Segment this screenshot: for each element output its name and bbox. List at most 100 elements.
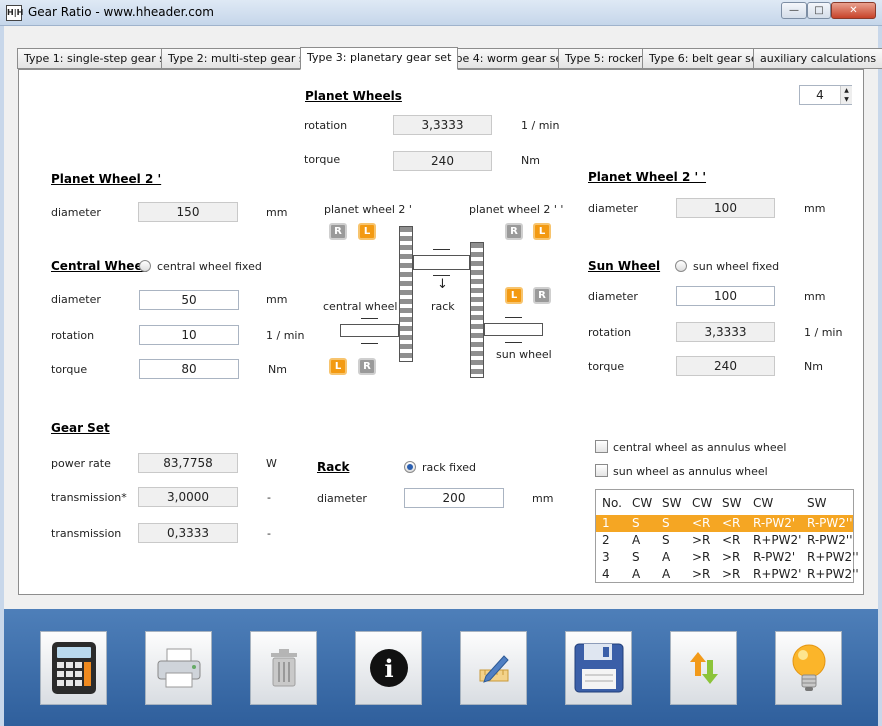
sun-torque-label: torque (588, 360, 625, 373)
central-fixed-label[interactable]: central wheel fixed (157, 260, 262, 273)
pw2b-left-badge[interactable]: L (533, 223, 551, 240)
pw2b-diameter-unit: mm (804, 202, 826, 215)
sun-right-badge[interactable]: R (533, 287, 551, 304)
spin-up-icon[interactable]: ▲ (840, 86, 852, 95)
rack-diameter-input[interactable]: 200 (404, 488, 504, 508)
tab-type2[interactable]: Type 2: multi-step gear set (161, 48, 323, 69)
table-cell: <R (722, 533, 741, 547)
carrier-bearing-top (433, 249, 450, 250)
planet-wheel-2a-gear (399, 226, 413, 362)
table-header: No. (602, 496, 622, 510)
sun-bearing-top (505, 317, 522, 318)
sun-left-badge[interactable]: L (505, 287, 523, 304)
table-cell: R-PW2'' (807, 516, 853, 530)
table-row[interactable]: 4 A A >R >R R+PW2' R+PW2'' (596, 566, 859, 583)
power-rate-unit: W (266, 457, 277, 470)
sun-annulus-label[interactable]: sun wheel as annulus wheel (613, 465, 768, 478)
table-header: SW (662, 496, 682, 510)
pw2b-right-badge[interactable]: R (505, 223, 523, 240)
tab-type6[interactable]: Type 6: belt gear set (642, 48, 769, 69)
tab-type3[interactable]: Type 3: planetary gear set (300, 47, 459, 70)
diagram-central-label: central wheel (323, 300, 398, 313)
diagram-pw2b-label: planet wheel 2 ' ' (469, 203, 564, 216)
sun-fixed-radio[interactable] (675, 260, 687, 272)
table-cell: <R (692, 516, 711, 530)
configuration-table[interactable]: No. CW SW CW SW CW SW 1 S S <R <R R-PW2'… (595, 489, 859, 583)
central-rotation-unit: 1 / min (266, 329, 305, 342)
table-cell: A (662, 567, 671, 581)
table-row[interactable]: 3 S A >R >R R-PW2' R+PW2'' (596, 549, 859, 566)
table-cell: <R (722, 516, 741, 530)
tab-type5[interactable]: Type 5: rocker (558, 48, 650, 69)
table-row[interactable]: 2 A S >R <R R+PW2' R-PW2'' (596, 532, 853, 549)
planet-carrier-shaft (413, 255, 470, 270)
save-button[interactable] (565, 631, 632, 705)
planet-count-value[interactable]: 4 (800, 86, 840, 104)
diagram-rack-label: rack (431, 300, 455, 313)
rack-title: Rack (317, 460, 350, 474)
trash-icon (270, 649, 297, 687)
table-header: SW (807, 496, 827, 510)
power-rate-label: power rate (51, 457, 111, 470)
central-fixed-radio[interactable] (139, 260, 151, 272)
central-wheel-title: Central Wheel (51, 259, 147, 273)
tab-type1[interactable]: Type 1: single-step gear set (17, 48, 184, 69)
central-rotation-input[interactable]: 10 (139, 325, 239, 345)
window-title: Gear Ratio - www.hheader.com (28, 5, 214, 19)
table-row[interactable]: 1 S S <R <R R-PW2' R-PW2'' (596, 515, 853, 532)
table-cell: S (662, 516, 670, 530)
maximize-button[interactable]: □ (807, 2, 831, 19)
transmission-star-value: 3,0000 (138, 487, 238, 507)
diagram-pw2a-label: planet wheel 2 ' (324, 203, 412, 216)
planet-count-spinner[interactable]: 4 ▲ ▼ (799, 85, 852, 105)
delete-button[interactable] (250, 631, 317, 705)
central-torque-input[interactable]: 80 (139, 359, 239, 379)
transmission-star-unit: - (267, 491, 271, 504)
rack-diameter-unit: mm (532, 492, 554, 505)
sun-diameter-input[interactable]: 100 (676, 286, 775, 306)
rack-fixed-label[interactable]: rack fixed (422, 461, 476, 474)
planet-wheels-title: Planet Wheels (305, 89, 402, 103)
central-annulus-label[interactable]: central wheel as annulus wheel (613, 441, 786, 454)
planet-torque-label: torque (304, 153, 341, 166)
table-cell: R-PW2' (753, 550, 796, 564)
central-annulus-checkbox[interactable] (595, 440, 608, 453)
rack-arrow-icon: ↓ (437, 277, 448, 292)
pw2a-right-badge[interactable]: R (329, 223, 347, 240)
central-bearing-bottom (361, 343, 378, 344)
calculate-button[interactable] (40, 631, 107, 705)
planet-wheel-2b-gear (470, 242, 484, 378)
tab-auxiliary[interactable]: auxiliary calculations (753, 48, 882, 69)
sun-bearing-bottom (505, 342, 522, 343)
table-header: CW (753, 496, 774, 510)
pw2a-left-badge[interactable]: L (358, 223, 376, 240)
rack-diameter-label: diameter (317, 492, 367, 505)
table-cell: >R (692, 550, 711, 564)
planet-torque-unit: Nm (521, 154, 540, 167)
table-header-row: No. CW SW CW SW CW SW (596, 495, 853, 512)
central-left-badge[interactable]: L (329, 358, 347, 375)
sun-rotation-label: rotation (588, 326, 632, 339)
table-header: CW (632, 496, 653, 510)
transmission-label: transmission (51, 527, 122, 540)
central-diameter-input[interactable]: 50 (139, 290, 239, 310)
close-button[interactable]: ✕ (831, 2, 876, 19)
sun-fixed-label[interactable]: sun wheel fixed (693, 260, 779, 273)
info-button[interactable]: i (355, 631, 422, 705)
swap-button[interactable] (670, 631, 737, 705)
sun-annulus-checkbox[interactable] (595, 464, 608, 477)
edit-button[interactable] (460, 631, 527, 705)
central-right-badge[interactable]: R (358, 358, 376, 375)
table-cell: >R (692, 567, 711, 581)
central-bearing-top (361, 318, 378, 319)
spin-down-icon[interactable]: ▼ (840, 95, 852, 104)
minimize-button[interactable]: — (781, 2, 807, 19)
sun-wheel-shaft (484, 323, 543, 336)
rack-fixed-radio[interactable] (404, 461, 416, 473)
sun-diameter-unit: mm (804, 290, 826, 303)
planet-rotation-unit: 1 / min (521, 119, 560, 132)
tips-button[interactable] (775, 631, 842, 705)
lightbulb-icon (792, 644, 825, 691)
print-button[interactable] (145, 631, 212, 705)
carrier-bearing-bottom (433, 275, 450, 276)
